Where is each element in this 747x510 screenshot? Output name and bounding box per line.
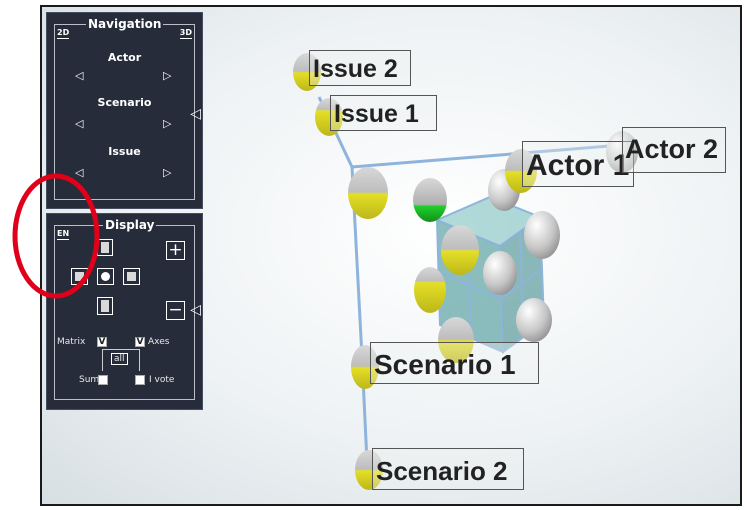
navigation-title: Navigation — [86, 17, 164, 31]
ball-green — [413, 178, 447, 222]
view-bottom-icon — [101, 300, 109, 312]
axes-checkbox[interactable]: V — [135, 337, 145, 347]
view-left-icon — [75, 272, 84, 281]
nav-row-issue-label: Issue — [108, 145, 141, 158]
ball-cube-right — [524, 211, 560, 259]
vote-label: I vote — [149, 375, 175, 385]
ball-cube-mid — [441, 225, 479, 275]
navigation-panel: Navigation 2D 3D Actor ◁ ▷ Scenario ◁ ▷ … — [46, 12, 203, 209]
view-top-icon — [101, 242, 109, 253]
view-right-button[interactable] — [123, 268, 140, 285]
issue-next-arrow[interactable]: ▷ — [163, 167, 171, 178]
view-top-button[interactable] — [97, 239, 113, 256]
display-group: Display EN + − Matrix V V Axes all Sum I… — [54, 218, 195, 400]
navigation-group: Navigation 2D 3D Actor ◁ ▷ Scenario ◁ ▷ … — [54, 17, 195, 200]
all-toggle[interactable]: all — [111, 353, 128, 365]
language-selector[interactable]: EN — [57, 229, 70, 240]
scenario-next-arrow[interactable]: ▷ — [163, 118, 171, 129]
view-left-button[interactable] — [71, 268, 88, 285]
matrix-label: Matrix — [57, 337, 86, 347]
actor-next-arrow[interactable]: ▷ — [163, 70, 171, 81]
nav-row-actor-label: Actor — [107, 51, 142, 64]
center-dot-icon — [101, 272, 110, 281]
plus-icon: + — [168, 240, 183, 260]
display-collapse-arrow[interactable]: ◁ — [190, 303, 201, 317]
axes-label: Axes — [148, 337, 170, 347]
zoom-in-button[interactable]: + — [166, 241, 185, 260]
display-title: Display — [103, 218, 157, 232]
view-bottom-button[interactable] — [97, 297, 113, 315]
view-center-button[interactable] — [97, 268, 114, 285]
view-right-icon — [127, 272, 136, 281]
label-actor-1[interactable]: Actor 1 — [522, 141, 634, 187]
ball-axis-corner — [348, 167, 388, 219]
mode-3d-button[interactable]: 3D — [179, 28, 192, 39]
label-issue-2[interactable]: Issue 2 — [309, 50, 411, 86]
minus-icon: − — [168, 300, 183, 320]
mode-2d-button[interactable]: 2D — [57, 28, 70, 39]
issue-prev-arrow[interactable]: ◁ — [75, 167, 83, 178]
scenario-prev-arrow[interactable]: ◁ — [75, 118, 83, 129]
matrix-checkbox[interactable]: V — [97, 337, 107, 347]
ball-cube-center — [483, 251, 517, 295]
label-scenario-2[interactable]: Scenario 2 — [372, 448, 524, 490]
actor-prev-arrow[interactable]: ◁ — [75, 70, 83, 81]
zoom-out-button[interactable]: − — [166, 301, 185, 320]
ball-cube-bottom-right — [516, 298, 552, 342]
sum-checkbox[interactable] — [98, 375, 108, 385]
label-scenario-1[interactable]: Scenario 1 — [370, 342, 539, 384]
label-actor-2[interactable]: Actor 2 — [622, 127, 726, 173]
nav-row-scenario-label: Scenario — [97, 96, 152, 109]
sum-label: Sum — [79, 375, 100, 385]
scene-viewport[interactable]: Issue 2 Issue 1 Actor 1 Actor 2 Scenario… — [40, 5, 742, 506]
display-panel: Display EN + − Matrix V V Axes all Sum I… — [46, 213, 203, 410]
vote-checkbox[interactable] — [135, 375, 145, 385]
label-issue-1[interactable]: Issue 1 — [330, 95, 437, 131]
ball-cube-left — [414, 267, 446, 313]
navigation-collapse-arrow[interactable]: ◁ — [190, 107, 201, 121]
